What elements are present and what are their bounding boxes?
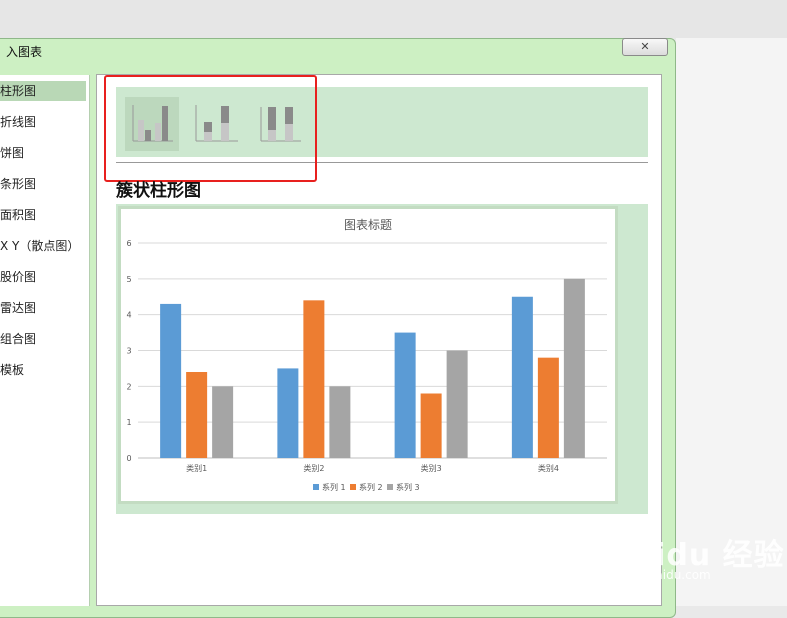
nav-item-combo[interactable]: 组合图 xyxy=(0,329,86,349)
bar xyxy=(303,300,325,458)
top-bar xyxy=(0,0,787,38)
background-area xyxy=(676,38,787,606)
legend-swatch xyxy=(313,484,319,490)
nav-item-line[interactable]: 折线图 xyxy=(0,112,86,132)
legend-swatch xyxy=(350,484,356,490)
legend-label: 系列 2 xyxy=(359,482,383,492)
legend-label: 系列 3 xyxy=(396,482,420,492)
bar xyxy=(420,393,442,458)
nav-item-pie[interactable]: 饼图 xyxy=(0,143,86,163)
bar xyxy=(160,303,182,458)
nav-item-column[interactable]: 柱形图 xyxy=(0,81,86,101)
bar xyxy=(511,296,533,458)
legend-label: 系列 1 xyxy=(322,482,346,492)
bar xyxy=(563,278,585,458)
bar xyxy=(537,357,559,458)
close-button[interactable]: ✕ xyxy=(622,38,668,56)
nav-item-area[interactable]: 面积图 xyxy=(0,205,86,225)
chart-title: 图表标题 xyxy=(344,218,392,232)
y-tick-label: 3 xyxy=(126,347,131,356)
legend-swatch xyxy=(387,484,393,490)
bar xyxy=(212,386,234,458)
y-tick-label: 0 xyxy=(126,454,131,463)
bar xyxy=(394,332,416,458)
selected-chart-type-label: 簇状柱形图 xyxy=(116,181,201,201)
x-tick-label: 类别1 xyxy=(186,463,207,473)
bar xyxy=(186,372,208,458)
x-tick-label: 类别3 xyxy=(421,463,442,473)
chart-preview[interactable]: 图表标题 0 1 2 3 4 5 6 类别1 类别2 类别3 类别4 系列 1 系列 2 系列 3 xyxy=(118,206,618,504)
y-tick-label: 2 xyxy=(126,382,131,391)
watermark-url: jingyan.baidu.com xyxy=(600,568,711,582)
nav-item-xy-scatter[interactable]: X Y（散点图） xyxy=(0,236,86,256)
y-tick-label: 4 xyxy=(126,311,131,320)
bar xyxy=(277,368,299,458)
close-icon: ✕ xyxy=(640,40,650,53)
nav-item-stock[interactable]: 股价图 xyxy=(0,267,86,287)
nav-item-bar[interactable]: 条形图 xyxy=(0,174,86,194)
bar xyxy=(329,386,351,458)
y-tick-label: 6 xyxy=(126,239,131,248)
nav-item-radar[interactable]: 雷达图 xyxy=(0,298,86,318)
bar xyxy=(446,350,468,458)
dialog-title: 入图表 xyxy=(6,45,43,59)
y-tick-label: 5 xyxy=(126,275,131,284)
x-tick-label: 类别4 xyxy=(538,463,559,473)
red-highlight-box xyxy=(104,75,317,182)
x-tick-label: 类别2 xyxy=(303,463,324,473)
nav-item-templates[interactable]: 模板 xyxy=(0,360,86,380)
chart-svg: 图表标题 0 1 2 3 4 5 6 类别1 类别2 类别3 类别4 系列 1 系列 2 系列 3 xyxy=(126,218,607,492)
chart-type-nav: 柱形图 折线图 饼图 条形图 面积图 X Y（散点图） 股价图 雷达图 组合图 … xyxy=(0,75,90,606)
y-tick-label: 1 xyxy=(126,418,131,427)
